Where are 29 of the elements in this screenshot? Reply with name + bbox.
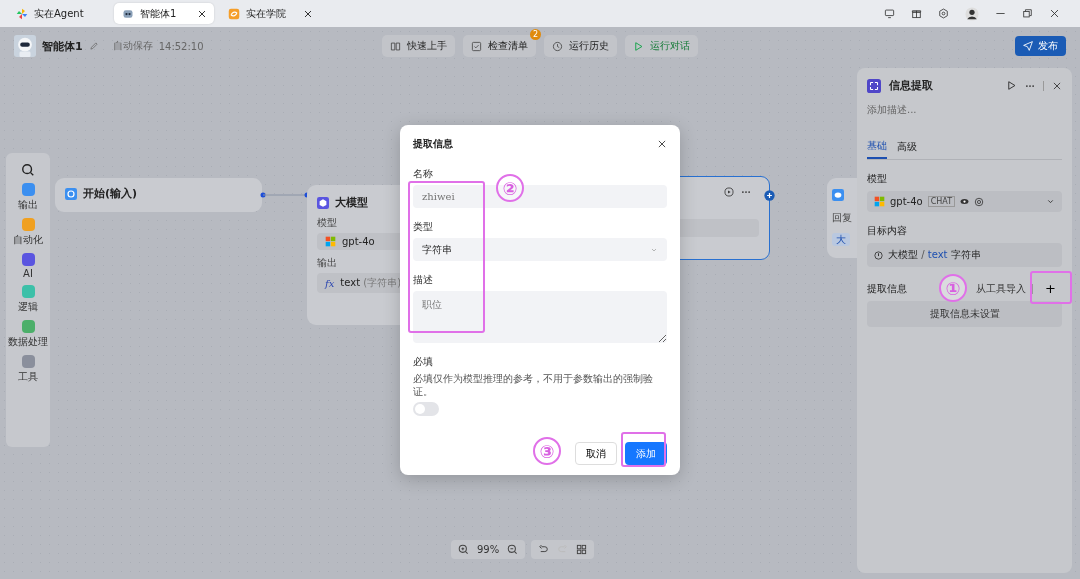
function-icon: fx	[325, 277, 335, 289]
variable-path: 大模型 / text 字符串	[888, 248, 981, 262]
field-label: 目标内容	[867, 224, 908, 238]
field-label: 模型	[867, 172, 888, 186]
field-label: 必填	[413, 355, 433, 369]
field-label: 回复	[832, 211, 852, 225]
field-label: 名称	[413, 167, 433, 181]
autosave-label: 自动保存	[112, 39, 153, 53]
agent-title: 智能体1	[42, 38, 83, 54]
autosave-time: 14:52:10	[158, 40, 204, 52]
dialog-title: 提取信息	[413, 137, 453, 151]
empty-message: 提取信息未设置	[867, 301, 1062, 327]
field-label: 类型	[413, 220, 433, 234]
node-title: 开始(输入)	[83, 186, 138, 201]
annotation-number: ③	[533, 437, 561, 465]
field-label: 提取信息	[867, 281, 907, 296]
zoom-level: 99%	[477, 544, 500, 555]
field-label: 描述	[413, 273, 433, 287]
annotation-number: ①	[939, 274, 967, 302]
variable-tag: 大	[832, 233, 850, 246]
field-label: 模型	[317, 216, 337, 230]
count-badge: 2	[530, 29, 541, 40]
model-name: gpt-4o	[342, 236, 375, 247]
node-title: 大模型	[335, 195, 368, 210]
panel-title: 信息提取	[889, 78, 934, 93]
field-label: 输出	[317, 256, 337, 270]
annotation-number: ②	[496, 174, 524, 202]
hint-text: 必填仅作为模型推理的参考，不用于参数输出的强制验证。	[413, 373, 654, 398]
output-variable: text (字符串)	[340, 276, 402, 290]
